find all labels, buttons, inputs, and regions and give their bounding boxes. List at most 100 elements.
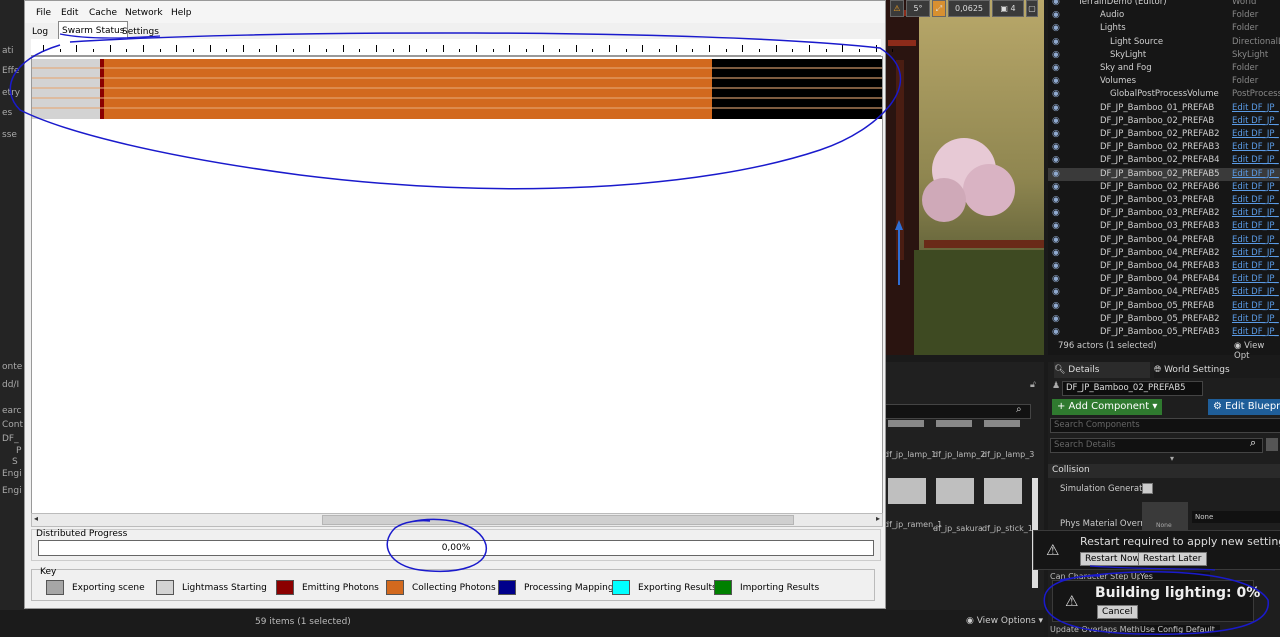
asset-name[interactable]: df_jp_stick_1 (982, 524, 1033, 533)
tab-swarm-status[interactable]: Swarm Status (58, 21, 129, 40)
edit-blueprint-button[interactable]: ⚙ Edit Bluepr (1208, 399, 1280, 415)
update-overlaps-dropdown[interactable]: Use Config Default (1140, 625, 1220, 636)
menu-network[interactable]: Network (125, 8, 163, 18)
lock-icon[interactable]: 🔓︎ (1030, 380, 1036, 390)
outliner-item-type[interactable]: Edit DF_JP_ (1232, 300, 1279, 313)
camera-speed[interactable]: ▣ 4 (992, 0, 1024, 17)
outliner-item-type[interactable]: Edit DF_JP_ (1232, 286, 1279, 299)
outliner-row[interactable]: ◉ DF_JP_Bamboo_03_PREFAB3 Edit DF_JP_ (1048, 220, 1280, 233)
folder-icon[interactable] (936, 478, 974, 504)
visibility-eye-icon[interactable]: ◉ (1052, 260, 1060, 273)
asset-name[interactable]: df_jp_lamp_3 (982, 450, 1034, 459)
maximize-icon[interactable]: ▢ (1026, 0, 1038, 17)
outliner-row[interactable]: ◉ DF_JP_Bamboo_02_PREFAB5 Edit DF_JP_ (1048, 167, 1280, 181)
tab-log[interactable]: Log (29, 23, 51, 39)
outliner-row[interactable]: ◉ DF_JP_Bamboo_02_PREFAB6 Edit DF_JP_ (1048, 181, 1280, 194)
outliner-row[interactable]: ◉ Audio Folder (1048, 9, 1280, 22)
outliner-row[interactable]: ◉ DF_JP_Bamboo_02_PREFAB3 Edit DF_JP_ (1048, 141, 1280, 154)
visibility-eye-icon[interactable]: ◉ (1052, 36, 1060, 49)
warning-icon[interactable]: ⚠ (890, 0, 904, 17)
outliner-row[interactable]: ◉ Light Source DirectionalLi (1048, 36, 1280, 49)
visibility-eye-icon[interactable]: ◉ (1052, 247, 1060, 260)
outliner-row[interactable]: ◉ DF_JP_Bamboo_04_PREFAB3 Edit DF_JP_ (1048, 260, 1280, 273)
outliner-item-type[interactable]: Edit DF_JP_ (1232, 220, 1279, 233)
scale-snap-icon[interactable]: ⤢ (932, 0, 946, 17)
add-component-button[interactable]: + Add Component ▾ (1052, 399, 1163, 415)
outliner-row[interactable]: ◉ DF_JP_Bamboo_04_PREFAB Edit DF_JP_ (1048, 234, 1280, 247)
actor-name-field[interactable]: DF_JP_Bamboo_02_PREFAB5 (1062, 381, 1203, 396)
outliner-row[interactable]: ◉ DF_JP_Bamboo_04_PREFAB4 Edit DF_JP_ (1048, 273, 1280, 286)
outliner-item-type[interactable]: Edit DF_JP_ (1232, 260, 1279, 273)
timeline-scrollbar[interactable]: ◂ ▸ (31, 513, 883, 527)
restart-later-button[interactable]: Restart Later (1138, 552, 1207, 566)
outliner-row[interactable]: ◉ DF_JP_Bamboo_04_PREFAB5 Edit DF_JP_ (1048, 286, 1280, 299)
outliner-item-type[interactable]: Edit DF_JP_ (1232, 181, 1279, 194)
phys-material-dropdown[interactable]: None (1192, 511, 1280, 523)
outliner-item-type[interactable]: Edit DF_JP_ (1232, 154, 1279, 167)
asset-name[interactable]: df_jp_lamp_1 (884, 450, 936, 459)
simulation-generates-checkbox[interactable] (1142, 483, 1153, 494)
visibility-eye-icon[interactable]: ◉ (1052, 128, 1060, 141)
outliner-item-type[interactable]: Edit DF_JP_ (1232, 115, 1279, 128)
outliner-row[interactable]: ◉ TerrainDemo (Editor) World (1048, 0, 1280, 9)
menu-cache[interactable]: Cache (89, 8, 117, 18)
outliner-item-type[interactable]: Edit DF_JP_ (1232, 273, 1279, 286)
outliner-row[interactable]: ◉ DF_JP_Bamboo_05_PREFAB Edit DF_JP_ (1048, 300, 1280, 313)
outliner-row[interactable]: ◉ DF_JP_Bamboo_02_PREFAB Edit DF_JP_ (1048, 115, 1280, 128)
outliner-row[interactable]: ◉ Sky and Fog Folder (1048, 62, 1280, 75)
folder-icon[interactable] (984, 478, 1022, 504)
visibility-eye-icon[interactable]: ◉ (1052, 313, 1060, 326)
outliner-row[interactable]: ◉ DF_JP_Bamboo_03_PREFAB2 Edit DF_JP_ (1048, 207, 1280, 220)
outliner-item-type[interactable]: Edit DF_JP_ (1232, 128, 1279, 141)
rotation-snap[interactable]: 5° (906, 0, 930, 17)
grid-view-icon[interactable] (1266, 438, 1278, 451)
visibility-eye-icon[interactable]: ◉ (1052, 220, 1060, 233)
outliner-row[interactable]: ◉ DF_JP_Bamboo_02_PREFAB4 Edit DF_JP_ (1048, 154, 1280, 167)
collision-section-header[interactable]: Collision (1048, 464, 1280, 478)
asset-name[interactable]: df_jp_lamp_2 (933, 450, 985, 459)
outliner-view-options[interactable]: ◉ View Opt (1234, 341, 1280, 361)
asset-name[interactable]: df_jp_sakura (933, 524, 983, 533)
visibility-eye-icon[interactable]: ◉ (1052, 0, 1060, 9)
outliner-row[interactable]: ◉ DF_JP_Bamboo_02_PREFAB2 Edit DF_JP_ (1048, 128, 1280, 141)
visibility-eye-icon[interactable]: ◉ (1052, 88, 1060, 101)
view-options-button[interactable]: ◉ View Options ▾ (966, 616, 1043, 626)
scroll-left-icon[interactable]: ◂ (34, 514, 38, 523)
scale-snap-value[interactable]: 0,0625 (948, 0, 990, 17)
search-components-input[interactable]: Search Components (1050, 418, 1280, 433)
menu-edit[interactable]: Edit (61, 8, 78, 18)
visibility-eye-icon[interactable]: ◉ (1052, 168, 1060, 181)
cancel-button[interactable]: Cancel (1097, 605, 1138, 619)
outliner-item-type[interactable]: Edit DF_JP_ (1232, 234, 1279, 247)
outliner-row[interactable]: ◉ Volumes Folder (1048, 75, 1280, 88)
tab-world-settings[interactable]: 🌐︎ World Settings (1154, 362, 1280, 378)
outliner-item-type[interactable]: Edit DF_JP_ (1232, 247, 1279, 260)
visibility-eye-icon[interactable]: ◉ (1052, 49, 1060, 62)
outliner-item-type[interactable]: Edit DF_JP_ (1232, 194, 1279, 207)
outliner-item-type[interactable]: Edit DF_JP_ (1232, 102, 1279, 115)
visibility-eye-icon[interactable]: ◉ (1052, 207, 1060, 220)
visibility-eye-icon[interactable]: ◉ (1052, 75, 1060, 88)
tab-details[interactable]: 🔍︎ Details (1054, 362, 1150, 378)
folder-icon[interactable] (888, 478, 926, 504)
chevron-down-icon[interactable]: ▾ (1170, 454, 1174, 463)
visibility-eye-icon[interactable]: ◉ (1052, 181, 1060, 194)
visibility-eye-icon[interactable]: ◉ (1052, 102, 1060, 115)
outliner-item-type[interactable]: Edit DF_JP_ (1232, 141, 1279, 154)
visibility-eye-icon[interactable]: ◉ (1052, 300, 1060, 313)
menu-help[interactable]: Help (171, 8, 192, 18)
outliner-item-type[interactable]: Edit DF_JP_ (1232, 207, 1279, 220)
tab-settings[interactable]: Settings (119, 23, 162, 39)
visibility-eye-icon[interactable]: ◉ (1052, 234, 1060, 247)
outliner-row[interactable]: ◉ DF_JP_Bamboo_03_PREFAB Edit DF_JP_ (1048, 194, 1280, 207)
visibility-eye-icon[interactable]: ◉ (1052, 9, 1060, 22)
menu-file[interactable]: File (36, 8, 51, 18)
restart-now-button[interactable]: Restart Now (1080, 552, 1145, 566)
outliner-row[interactable]: ◉ SkyLight SkyLight (1048, 49, 1280, 62)
visibility-eye-icon[interactable]: ◉ (1052, 273, 1060, 286)
visibility-eye-icon[interactable]: ◉ (1052, 115, 1060, 128)
visibility-eye-icon[interactable]: ◉ (1052, 22, 1060, 35)
visibility-eye-icon[interactable]: ◉ (1052, 141, 1060, 154)
outliner-row[interactable]: ◉ Lights Folder (1048, 22, 1280, 35)
outliner-item-type[interactable]: Edit DF_JP_ (1232, 313, 1279, 326)
